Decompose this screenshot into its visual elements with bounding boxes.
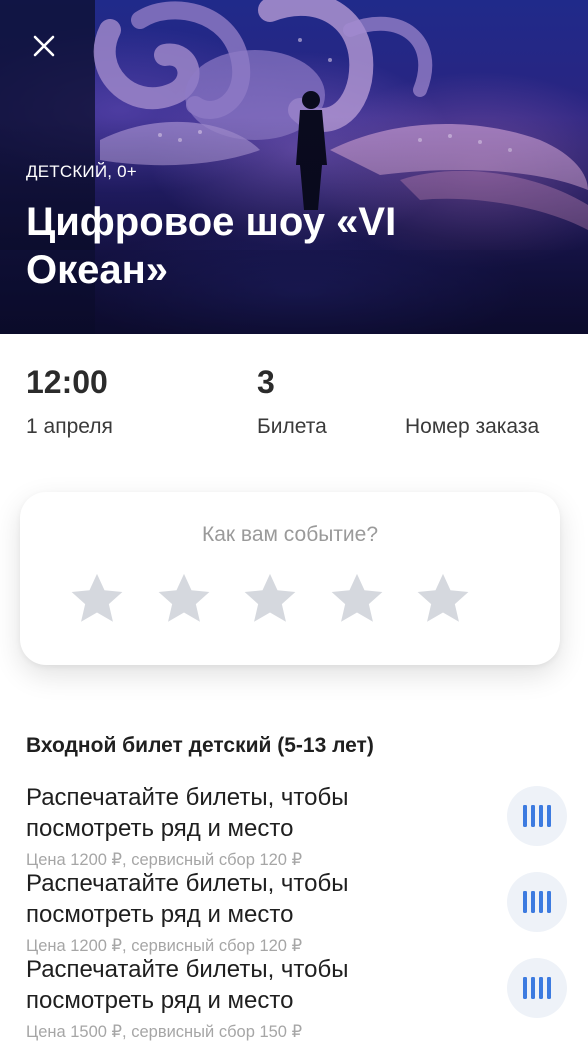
barcode-icon	[523, 891, 551, 913]
ticket-seat-info: Распечатайте билеты, чтобы посмотреть ря…	[26, 956, 349, 1014]
ticket-price: Цена 1200 ₽, сервисный сбор 120 ₽	[26, 937, 303, 955]
star-icon[interactable]	[68, 570, 126, 628]
rating-stars	[68, 570, 472, 628]
star-icon[interactable]	[155, 570, 213, 628]
barcode-icon	[523, 805, 551, 827]
tickets-count-label: Билета	[257, 415, 327, 438]
ticket-price: Цена 1500 ₽, сервисный сбор 150 ₽	[26, 1023, 303, 1041]
star-icon[interactable]	[241, 570, 299, 628]
barcode-button[interactable]	[507, 958, 567, 1018]
ticket-item: Распечатайте билеты, чтобы посмотреть ря…	[26, 954, 567, 1041]
ticket-type-heading: Входной билет детский (5-13 лет)	[26, 734, 374, 757]
ticket-seat-info: Распечатайте билеты, чтобы посмотреть ря…	[26, 870, 349, 928]
event-date: 1 апреля	[26, 415, 113, 438]
close-icon	[33, 35, 55, 57]
order-number-label: Номер заказа	[405, 415, 540, 438]
ticket-seat-info: Распечатайте билеты, чтобы посмотреть ря…	[26, 784, 349, 842]
close-button[interactable]	[24, 26, 64, 66]
rating-question: Как вам событие?	[201, 523, 379, 546]
tickets-count-block: 3 Билета	[257, 364, 327, 439]
ticket-item: Распечатайте билеты, чтобы посмотреть ря…	[26, 782, 567, 869]
barcode-icon	[523, 977, 551, 999]
event-title: Цифровое шоу «VI Океан»	[26, 200, 397, 292]
event-time: 12:00	[26, 364, 108, 400]
event-category: ДЕТСКИЙ, 0+	[26, 162, 137, 181]
star-icon[interactable]	[328, 570, 386, 628]
star-icon[interactable]	[414, 570, 472, 628]
event-time-block: 12:00 1 апреля	[26, 364, 113, 439]
barcode-button[interactable]	[507, 786, 567, 846]
barcode-button[interactable]	[507, 872, 567, 932]
ticket-price: Цена 1200 ₽, сервисный сбор 120 ₽	[26, 851, 303, 869]
tickets-count: 3	[257, 364, 275, 400]
ticket-item: Распечатайте билеты, чтобы посмотреть ря…	[26, 868, 567, 955]
order-number-block[interactable]: 0 Номер заказа	[405, 364, 539, 439]
